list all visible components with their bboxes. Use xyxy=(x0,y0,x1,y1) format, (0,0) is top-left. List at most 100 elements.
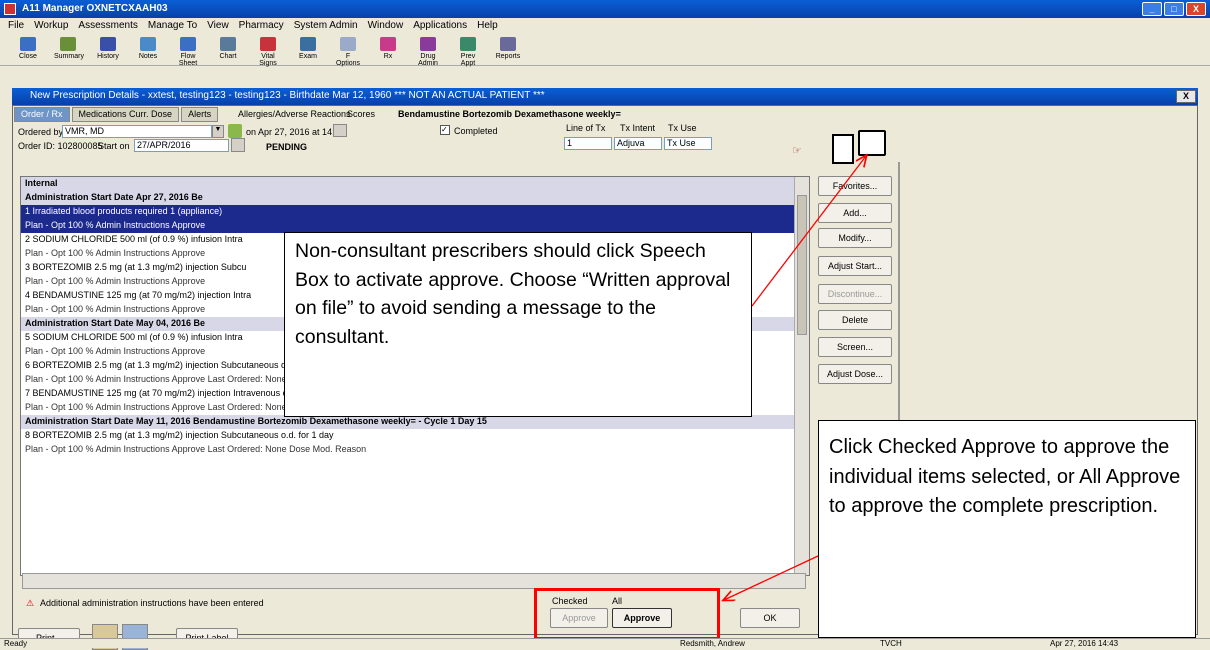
chevron-down-icon[interactable]: ▼ xyxy=(212,125,224,138)
ordered-by-label: Ordered by xyxy=(18,127,64,137)
menu-manage-to[interactable]: Manage To xyxy=(148,20,197,32)
list-section-header: Internal xyxy=(21,177,809,191)
list-item[interactable]: 8 BORTEZOMIB 2.5 mg (at 1.3 mg/m2) injec… xyxy=(21,429,809,443)
toolbar-button-9[interactable]: Rx xyxy=(374,36,402,63)
completed-label: Completed xyxy=(454,126,498,136)
history-icon xyxy=(100,37,116,51)
dialog-title: New Prescription Details - xxtest, testi… xyxy=(30,90,545,101)
tx-intent-select[interactable]: Adjuva xyxy=(614,137,662,150)
toolbar-label: F Options xyxy=(335,53,361,67)
toolbar-button-3[interactable]: Notes xyxy=(134,36,162,63)
side-button-adjust-dose[interactable]: Adjust Dose... xyxy=(818,364,892,384)
toolbar-label: Flow Sheet xyxy=(178,53,198,67)
tx-intent-label: Tx Intent xyxy=(620,123,656,133)
start-on-label: Start on xyxy=(98,141,130,151)
menu-workup[interactable]: Workup xyxy=(34,20,68,32)
menu-file[interactable]: File xyxy=(8,20,24,32)
line-of-tx-select[interactable]: 1 xyxy=(564,137,612,150)
toolbar-button-7[interactable]: Exam xyxy=(294,36,322,63)
ordered-by-select[interactable]: VMR, MD xyxy=(62,125,212,138)
allergies-link[interactable]: Allergies/Adverse Reactions xyxy=(238,109,351,119)
toolbar-label: History xyxy=(97,53,119,60)
menu-pharmacy[interactable]: Pharmacy xyxy=(239,20,284,32)
side-button-add[interactable]: Add... xyxy=(818,203,892,223)
close-icon[interactable]: X xyxy=(1186,2,1206,16)
app-title-bar: A11 Manager OXNETCXAAH03 xyxy=(0,0,1210,18)
minimize-icon[interactable]: _ xyxy=(1142,2,1162,16)
toolbar-button-10[interactable]: Drug Admin xyxy=(414,36,442,67)
ok-button[interactable]: OK xyxy=(740,608,800,628)
list-section-header: Administration Start Date Apr 27, 2016 B… xyxy=(21,191,809,205)
tab-order-rx[interactable]: Order / Rx xyxy=(14,107,70,122)
completed-checkbox[interactable]: ✓ xyxy=(440,125,450,135)
window-controls: _ □ X xyxy=(1142,2,1206,16)
calendar-icon[interactable] xyxy=(333,124,347,137)
toolbar-button-5[interactable]: Chart xyxy=(214,36,242,63)
list-scrollbar[interactable] xyxy=(794,177,809,575)
toolbar-button-6[interactable]: Vital Signs xyxy=(254,36,282,67)
tx-use-select[interactable]: Tx Use xyxy=(664,137,712,150)
start-on-field[interactable]: 27/APR/2016 xyxy=(134,139,229,152)
dialog-close-icon[interactable]: X xyxy=(1176,90,1196,103)
menu-window[interactable]: Window xyxy=(368,20,404,32)
drug-admin-icon xyxy=(420,37,436,51)
toolbar-button-4[interactable]: Flow Sheet xyxy=(174,36,202,67)
toolbar-label: Reports xyxy=(495,53,521,60)
toolbar-label: Notes xyxy=(138,53,158,60)
toolbar-button-8[interactable]: F Options xyxy=(334,36,362,67)
rx-icon xyxy=(380,37,396,51)
tx-use-label: Tx Use xyxy=(668,123,697,133)
main-toolbar: Close Summary History Notes Flow Sheet Chart V… xyxy=(0,34,1210,67)
side-button-adjust-start[interactable]: Adjust Start... xyxy=(818,256,892,276)
side-button-discontinue[interactable]: Discontinue... xyxy=(818,284,892,304)
toolbar-button-11[interactable]: Prev Appt xyxy=(454,36,482,67)
status-host: TVCH xyxy=(880,639,902,648)
summary-icon xyxy=(60,37,76,51)
side-button-screen[interactable]: Screen... xyxy=(818,337,892,357)
toolbar-label: Prev Appt xyxy=(460,53,476,67)
toolbar-button-12[interactable]: Reports xyxy=(494,36,522,63)
chart-icon xyxy=(220,37,236,51)
side-button-favorites[interactable]: Favorites... xyxy=(818,176,892,196)
regimen-name: Bendamustine Bortezomib Dexamethasone we… xyxy=(398,109,621,119)
side-button-modify[interactable]: Modify... xyxy=(818,228,892,248)
toolbar-button-1[interactable]: Summary xyxy=(54,36,84,63)
calendar-icon[interactable] xyxy=(231,138,245,152)
door-icon xyxy=(20,37,36,51)
prescriber-icon[interactable] xyxy=(228,124,242,138)
list-item[interactable]: Plan - Opt 100 % Admin Instructions Appr… xyxy=(21,219,809,233)
toolbar-label: Drug Admin xyxy=(418,53,438,67)
list-item[interactable]: Plan - Opt 100 % Admin Instructions Appr… xyxy=(21,443,809,457)
rx-pad-icon[interactable]: ☞ xyxy=(792,144,806,157)
status-datetime: Apr 27, 2016 14:43 xyxy=(1050,639,1119,648)
approve-callout: Click Checked Approve to approve the ind… xyxy=(818,420,1196,638)
order-date: on Apr 27, 2016 at 14:26 xyxy=(246,127,345,137)
menu-system-admin[interactable]: System Admin xyxy=(294,20,358,32)
reports-icon xyxy=(500,37,516,51)
menu-bar: File Workup Assessments Manage To View P… xyxy=(0,18,1210,34)
order-id: Order ID: 102800085 xyxy=(18,141,103,151)
list-item[interactable]: 1 Irradiated blood products required 1 (… xyxy=(21,205,809,219)
status-bar: Ready Redsmith, Andrew TVCH Apr 27, 2016… xyxy=(0,638,1210,648)
scores-link[interactable]: Scores xyxy=(347,109,375,119)
warning-icon: ⚠ xyxy=(26,598,35,608)
document-icon[interactable] xyxy=(832,134,854,164)
side-button-delete[interactable]: Delete xyxy=(818,310,892,330)
menu-help[interactable]: Help xyxy=(477,20,498,32)
tab-alerts[interactable]: Alerts xyxy=(181,107,219,122)
toolbar-button-2[interactable]: History xyxy=(94,36,122,63)
toolbar-label: Rx xyxy=(383,53,393,60)
menu-assessments[interactable]: Assessments xyxy=(78,20,137,32)
maximize-icon[interactable]: □ xyxy=(1164,2,1184,16)
speech-box-icon[interactable] xyxy=(858,130,886,156)
status-ready: Ready xyxy=(4,639,28,648)
approve-highlight-box xyxy=(534,588,720,640)
toolbar-button-0[interactable]: Close xyxy=(14,36,42,63)
horizontal-scrollbar[interactable] xyxy=(22,573,806,589)
menu-applications[interactable]: Applications xyxy=(413,20,467,32)
menu-view[interactable]: View xyxy=(207,20,229,32)
dialog-title-bar: New Prescription Details - xxtest, testi… xyxy=(12,88,1198,105)
status-user: Redsmith, Andrew xyxy=(680,639,745,648)
tab-medications[interactable]: Medications Curr. Dose xyxy=(71,107,180,122)
line-of-tx-label: Line of Tx xyxy=(566,123,606,133)
